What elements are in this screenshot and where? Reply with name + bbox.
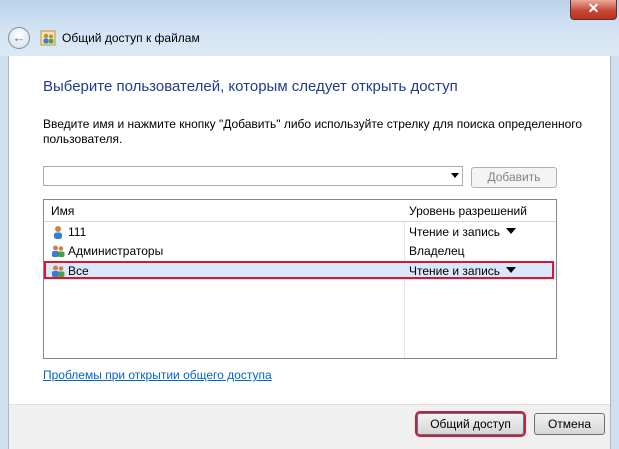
user-group-icon	[52, 265, 65, 277]
permission-level[interactable]: Чтение и запись	[409, 225, 517, 239]
dropdown-arrow-icon[interactable]	[506, 267, 517, 273]
back-button[interactable]: ←	[8, 27, 30, 49]
users-list[interactable]: Имя Уровень разрешений 111 Чтение и запи…	[43, 199, 557, 359]
window-title: Общий доступ к файлам	[62, 31, 200, 45]
page-heading: Выберите пользователей, которым следует …	[43, 78, 458, 95]
user-group-icon	[52, 245, 65, 257]
user-name: Все	[68, 264, 89, 278]
user-combobox[interactable]	[43, 166, 463, 186]
user-name: Администраторы	[68, 244, 164, 258]
dropdown-arrow-icon[interactable]	[506, 228, 517, 234]
table-row[interactable]: 111 Чтение и запись	[44, 223, 556, 241]
table-row[interactable]: Все Чтение и запись	[44, 262, 556, 280]
column-header-permission[interactable]: Уровень разрешений	[409, 204, 527, 218]
list-header: Имя Уровень разрешений	[44, 200, 556, 222]
column-header-name[interactable]: Имя	[51, 204, 74, 218]
permission-text: Чтение и запись	[409, 225, 501, 239]
close-icon: ✕	[587, 0, 600, 16]
share-users-icon	[40, 30, 56, 46]
window-chrome: ✕ ← Общий доступ к файлам	[0, 0, 619, 56]
user-name-input[interactable]	[46, 168, 450, 186]
user-name: 111	[68, 225, 87, 239]
table-row[interactable]: Администраторы Владелец	[44, 242, 556, 260]
permission-level[interactable]: Чтение и запись	[409, 264, 517, 278]
permission-level: Владелец	[409, 244, 465, 258]
user-icon	[54, 226, 62, 239]
instruction-text: Введите имя и нажмите кнопку "Добавить" …	[43, 117, 583, 146]
add-button[interactable]: Добавить	[471, 167, 557, 188]
close-button[interactable]: ✕	[570, 0, 617, 20]
dropdown-arrow-icon[interactable]	[451, 173, 459, 178]
cancel-button[interactable]: Отмена	[534, 413, 605, 435]
permission-text: Чтение и запись	[409, 264, 501, 278]
share-button[interactable]: Общий доступ	[415, 411, 526, 437]
back-arrow-icon: ←	[12, 30, 26, 45]
help-link[interactable]: Проблемы при открытии общего доступа	[43, 368, 272, 382]
